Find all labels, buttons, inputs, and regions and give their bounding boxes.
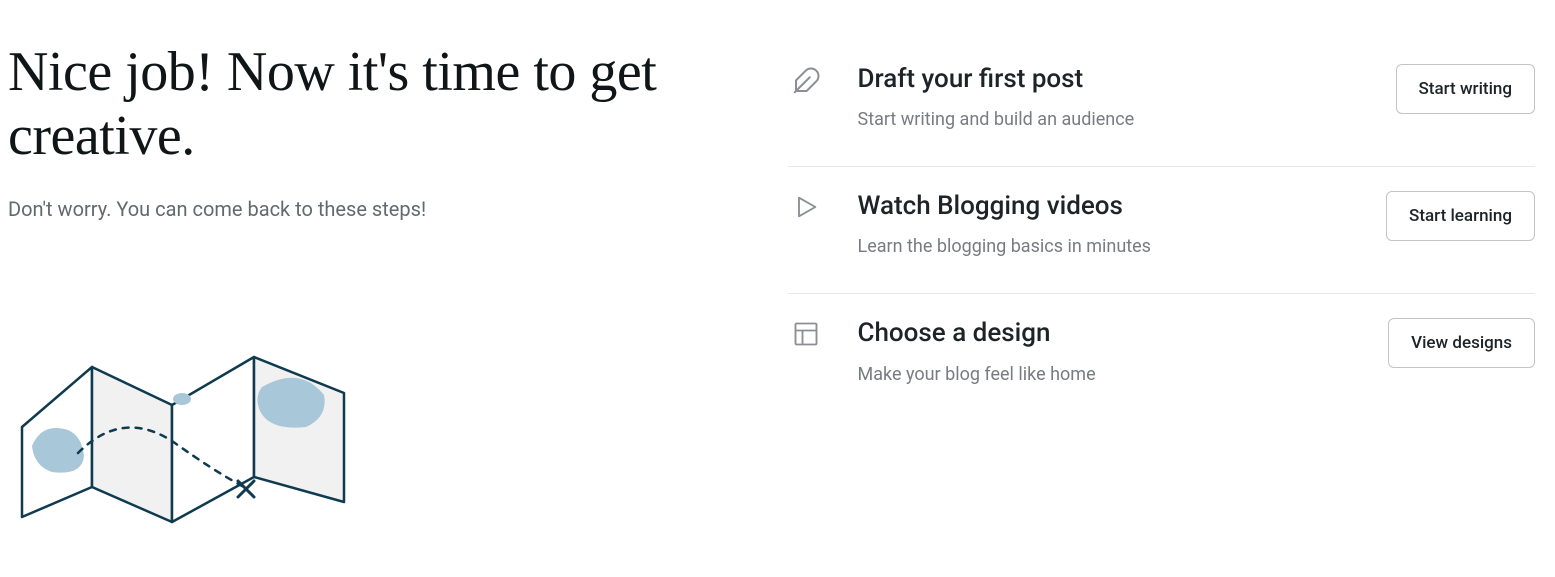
start-writing-button[interactable]: Start writing [1396,64,1535,114]
hero-subtext: Don't worry. You can come back to these … [8,197,738,221]
view-designs-button[interactable]: View designs [1388,318,1535,368]
map-illustration [4,337,364,537]
task-title: Choose a design [858,318,1365,349]
layout-icon [788,318,824,354]
task-title: Draft your first post [858,64,1372,95]
task-title: Watch Blogging videos [858,191,1363,222]
task-draft-post: Draft your first post Start writing and … [788,40,1536,167]
task-choose-design: Choose a design Make your blog feel like… [788,294,1536,420]
start-learning-button[interactable]: Start learning [1386,191,1535,241]
feather-icon [788,64,824,100]
task-desc: Start writing and build an audience [858,109,1372,130]
task-desc: Learn the blogging basics in minutes [858,236,1363,257]
task-watch-videos: Watch Blogging videos Learn the blogging… [788,167,1536,294]
hero-headline: Nice job! Now it's time to get creative. [8,40,738,169]
task-desc: Make your blog feel like home [858,364,1365,385]
play-icon [788,191,824,227]
